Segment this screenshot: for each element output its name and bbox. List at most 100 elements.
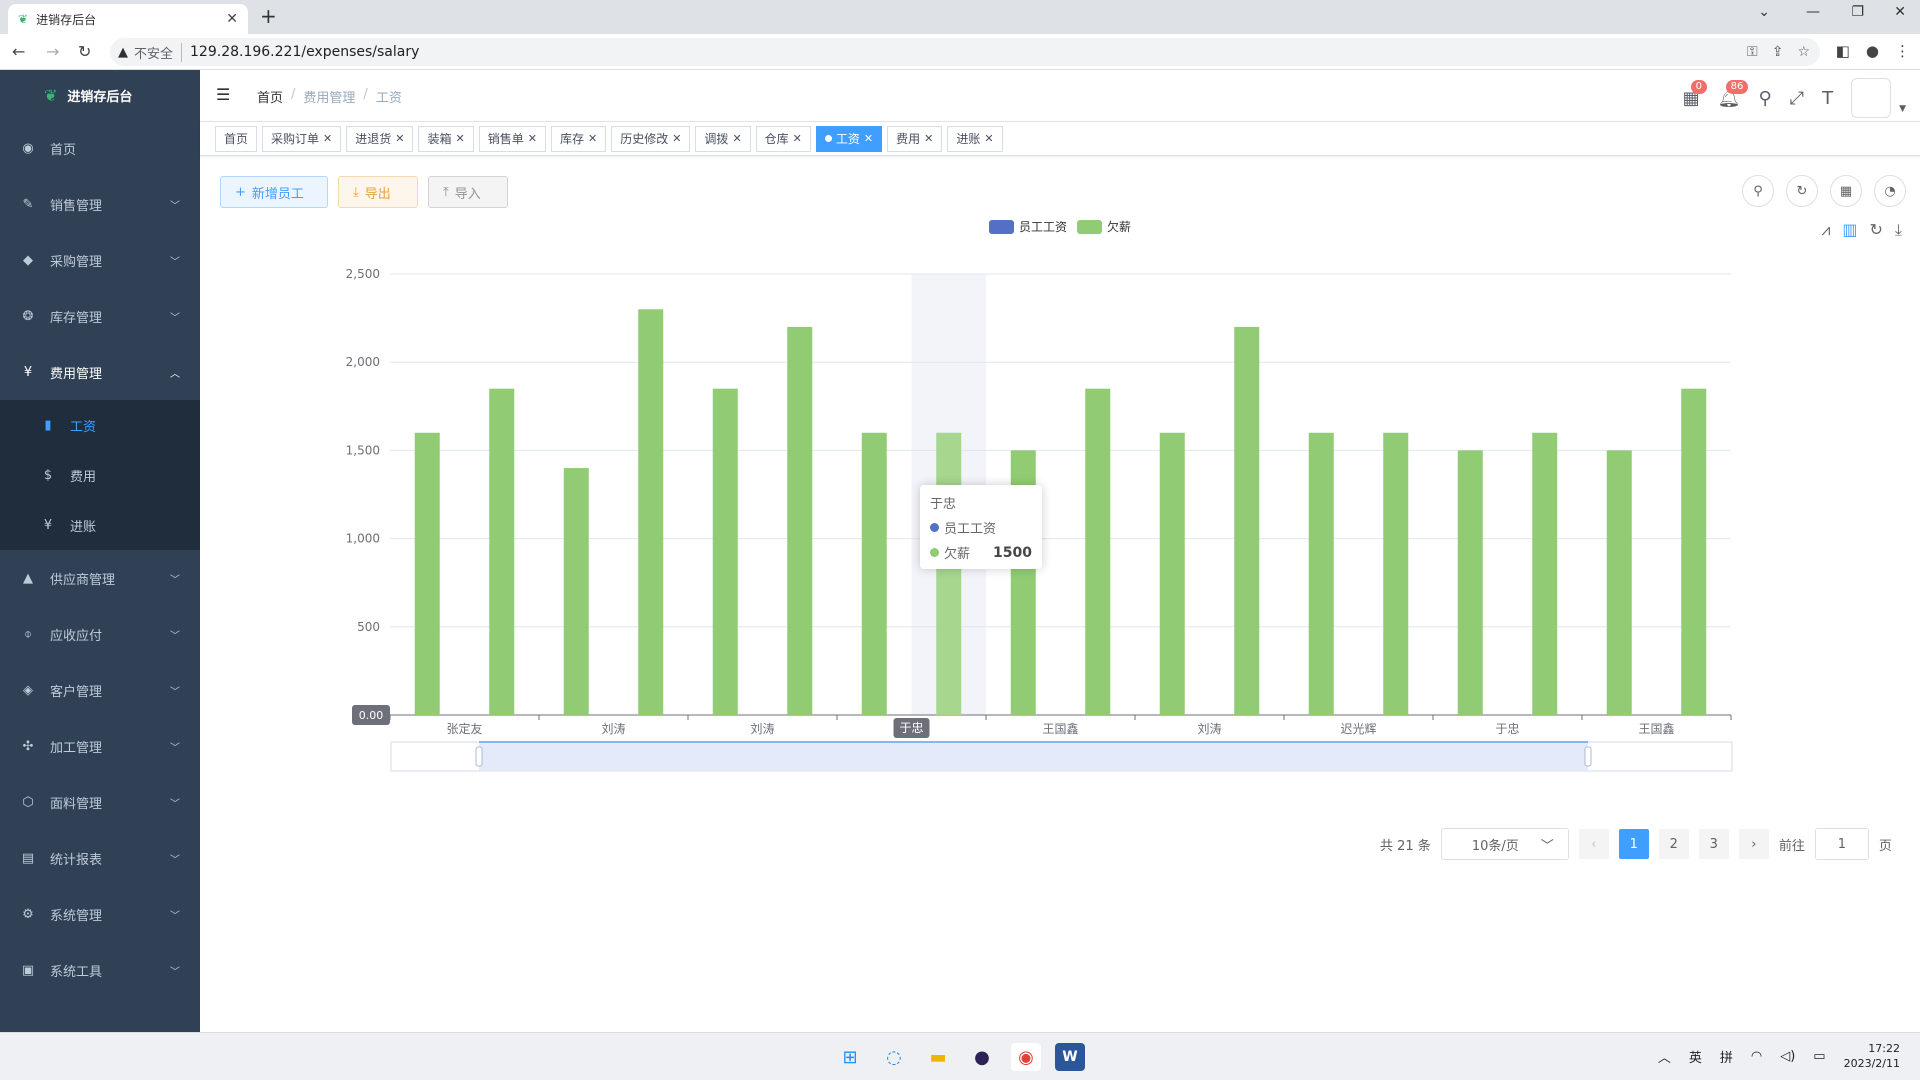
page-size-select[interactable]: 10条/页 ﹀ [1440, 828, 1569, 860]
volume-icon[interactable]: ◁) [1780, 1049, 1795, 1064]
maximize-button[interactable]: ❐ [1851, 4, 1864, 20]
sidebar-item-report[interactable]: ▤ 统计报表 ﹀ [0, 830, 200, 886]
sidepanel-icon[interactable]: ◧ [1836, 42, 1850, 60]
close-icon[interactable]: ✕ [395, 132, 404, 145]
search-toggle-button[interactable]: ⚲ [1742, 175, 1774, 207]
sidebar-item-expenses[interactable]: ¥ 费用管理 ︿ [0, 344, 200, 400]
menu-icon[interactable]: ⋮ [1895, 42, 1910, 60]
next-page-button[interactable]: › [1738, 829, 1769, 859]
new-tab-button[interactable]: + [260, 4, 277, 28]
font-size-icon[interactable]: T [1822, 88, 1833, 109]
url-field[interactable]: ▲ 不安全 129.28.196.221/expenses/salary ⚿ ⇪… [110, 38, 1820, 66]
tag-returns[interactable]: 进退货 ✕ [346, 125, 414, 152]
browser-tab[interactable]: ❦ 进销存后台 ✕ [8, 4, 248, 34]
bar-chart-icon[interactable]: ▥ [1842, 220, 1857, 240]
sidebar-subitem-income[interactable]: ¥ 进账 [0, 500, 200, 550]
columns-button[interactable]: ▦ [1830, 175, 1862, 207]
word-icon[interactable]: W [1055, 1043, 1085, 1071]
tag-warehouse[interactable]: 仓库 ✕ [755, 125, 811, 152]
sidebar-subitem-salary[interactable]: ▮ 工资 [0, 400, 200, 450]
sidebar-subitem-expense[interactable]: $ 费用 [0, 450, 200, 500]
close-icon[interactable]: ✕ [672, 132, 681, 145]
restore-icon[interactable]: ↻ [1870, 220, 1883, 240]
sidebar-item-home[interactable]: ◉ 首页 [0, 120, 200, 176]
sidebar-item-process[interactable]: ✣ 加工管理 ﹀ [0, 718, 200, 774]
hamburger-icon[interactable]: ☰ [216, 85, 230, 104]
tag-stock[interactable]: 库存 ✕ [550, 125, 607, 152]
clock[interactable]: 17:22 2023/2/11 [1844, 1041, 1900, 1071]
close-icon[interactable]: ✕ [924, 132, 933, 145]
key-icon[interactable]: ⚿ [1747, 44, 1758, 60]
tag-packing[interactable]: 装箱 ✕ [418, 125, 474, 152]
import-button[interactable]: ⤒ 导入 [428, 176, 508, 208]
tray-chevron-icon[interactable]: ︿ [1658, 1047, 1671, 1066]
legend-item-salary[interactable]: 员工工资 [989, 218, 1067, 235]
windows-start-icon[interactable]: ⊞ [835, 1043, 865, 1071]
sidebar-item-purchase[interactable]: ◆ 采购管理 ﹀ [0, 232, 200, 288]
close-icon[interactable]: ✕ [984, 132, 993, 145]
export-button[interactable]: ⤓ 导出 [338, 176, 418, 208]
bar-arrears [489, 388, 515, 715]
close-icon[interactable]: ✕ [864, 132, 873, 145]
close-icon[interactable]: ✕ [732, 132, 741, 145]
chart-toggle-button[interactable]: ◔ [1874, 175, 1906, 207]
sidebar-item-tools[interactable]: ▣ 系统工具 ﹀ [0, 942, 200, 998]
refresh-button[interactable]: ↻ [1786, 175, 1818, 207]
tag-purchase-order[interactable]: 采购订单 ✕ [262, 125, 342, 152]
close-icon[interactable]: ✕ [793, 132, 802, 145]
bell-icon[interactable]: 🔔︎ 86 [1718, 79, 1749, 109]
sidebar-item-fabric[interactable]: ⬡ 面料管理 ﹀ [0, 774, 200, 830]
page-3-button[interactable]: 3 [1698, 829, 1729, 859]
sidebar-item-inventory[interactable]: ❂ 库存管理 ﹀ [0, 288, 200, 344]
forward-icon[interactable]: → [46, 42, 59, 61]
page-2-button[interactable]: 2 [1658, 829, 1689, 859]
profile-icon[interactable]: ● [1866, 42, 1879, 60]
close-tab-icon[interactable]: ✕ [226, 11, 238, 27]
tab-search-icon[interactable]: ⌄ [1758, 4, 1770, 20]
close-icon[interactable]: ✕ [528, 132, 537, 145]
close-icon[interactable]: ✕ [456, 132, 465, 145]
tag-history[interactable]: 历史修改 ✕ [611, 125, 691, 152]
tag-transfer[interactable]: 调拨 ✕ [695, 125, 751, 152]
close-icon[interactable]: ✕ [323, 132, 332, 145]
breadcrumb-expenses[interactable]: 费用管理 [303, 87, 355, 106]
caret-down-icon[interactable]: ▼ [1899, 104, 1906, 114]
minimize-button[interactable]: — [1806, 4, 1820, 20]
file-explorer-icon[interactable]: ▬ [923, 1043, 953, 1071]
ime-language[interactable]: 英 [1689, 1047, 1702, 1066]
battery-icon[interactable]: ▭ [1813, 1049, 1825, 1064]
ime-mode[interactable]: 拼 [1720, 1047, 1733, 1066]
eclipse-icon[interactable]: ● [967, 1043, 997, 1071]
chrome-icon[interactable]: ◉ [1011, 1043, 1041, 1071]
avatar[interactable] [1851, 78, 1892, 118]
close-window-button[interactable]: ✕ [1894, 4, 1906, 20]
page-1-button[interactable]: 1 [1618, 829, 1649, 859]
tag-home[interactable]: 首页 [215, 125, 258, 152]
search-icon[interactable]: ⚲ [1758, 88, 1771, 109]
line-chart-icon[interactable]: ⩘ [1821, 220, 1830, 240]
sidebar-item-finance[interactable]: ⌽ 应收应付 ﹀ [0, 606, 200, 662]
sidebar-item-supplier[interactable]: ▲ 供应商管理 ﹀ [0, 550, 200, 606]
prev-page-button[interactable]: ‹ [1578, 829, 1609, 859]
edge-icon[interactable]: ◌ [879, 1043, 909, 1071]
breadcrumb-home[interactable]: 首页 [257, 87, 283, 106]
close-icon[interactable]: ✕ [588, 132, 597, 145]
save-image-icon[interactable]: ⤓ [1895, 220, 1902, 240]
sidebar-item-customer[interactable]: ◈ 客户管理 ﹀ [0, 662, 200, 718]
legend-item-arrears[interactable]: 欠薪 [1077, 218, 1131, 235]
back-icon[interactable]: ← [12, 42, 25, 61]
tag-sales-order[interactable]: 销售单 ✕ [478, 125, 546, 152]
message-icon[interactable]: ▦ 0 [1683, 79, 1707, 109]
reload-icon[interactable]: ↻ [78, 42, 91, 61]
tag-salary[interactable]: 工资 ✕ [815, 125, 883, 152]
add-employee-button[interactable]: + 新增员工 [220, 176, 328, 208]
sidebar-item-sales[interactable]: ✎ 销售管理 ﹀ [0, 176, 200, 232]
star-icon[interactable]: ☆ [1797, 44, 1810, 60]
goto-page-input[interactable]: 1 [1814, 828, 1869, 860]
wifi-icon[interactable]: ◠ [1751, 1049, 1762, 1064]
share-icon[interactable]: ⇪ [1772, 44, 1784, 60]
fullscreen-icon[interactable]: ⤢ [1790, 88, 1804, 109]
sidebar-item-system[interactable]: ⚙ 系统管理 ﹀ [0, 886, 200, 942]
tag-income[interactable]: 进账 ✕ [947, 125, 1003, 152]
tag-expense[interactable]: 费用 ✕ [887, 125, 943, 152]
